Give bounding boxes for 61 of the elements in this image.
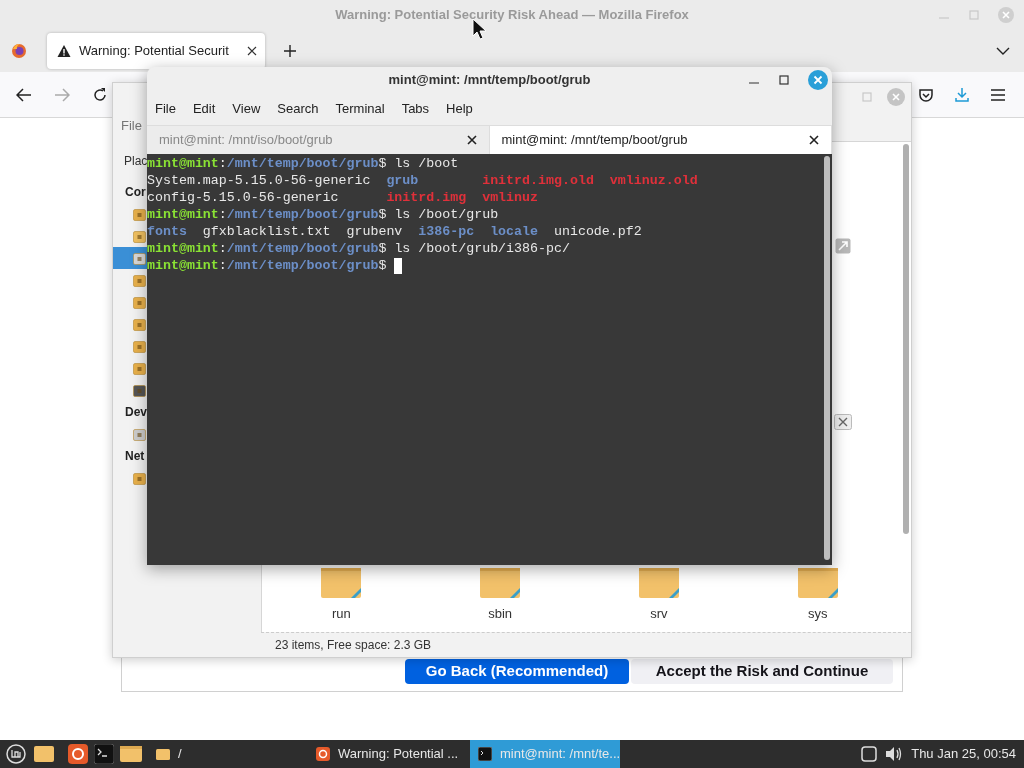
expand-icon[interactable] — [835, 238, 851, 254]
menu-item[interactable]: File — [121, 116, 142, 136]
folder-label[interactable]: srv — [650, 604, 668, 624]
section-heading: Net — [125, 448, 145, 465]
section-heading: Cor — [125, 184, 146, 201]
menu-item[interactable]: Terminal — [335, 99, 385, 119]
new-tab-icon[interactable] — [283, 44, 297, 58]
firefox-icon — [11, 43, 27, 59]
menu-item[interactable]: View — [232, 99, 261, 119]
terminal-line: System.map-5.15.0-56-generic grub initrd.img.old vmlinuz.old — [147, 172, 698, 189]
close-button[interactable] — [887, 88, 905, 106]
terminal-line: mint@mint:/mnt/temp/boot/grub$ ls /boot — [147, 155, 459, 172]
text-cursor — [394, 257, 403, 274]
chevron-down-icon[interactable] — [996, 46, 1010, 56]
menu-item[interactable]: File — [155, 99, 176, 119]
browser-tab[interactable]: Warning: Potential Securit — [47, 33, 265, 69]
menu-icon[interactable] — [990, 87, 1006, 102]
start-menu-icon[interactable] — [6, 744, 26, 764]
close-tab-icon[interactable] — [247, 46, 257, 56]
status-text: 23 items, Free space: 2.3 GB — [275, 637, 432, 654]
terminal-line: mint@mint:/mnt/temp/boot/grub$ — [147, 257, 388, 274]
terminal-icon[interactable] — [94, 744, 114, 764]
volume-icon[interactable] — [885, 746, 904, 762]
pocket-icon[interactable] — [918, 86, 934, 103]
close-icon[interactable] — [834, 414, 852, 430]
scrollbar[interactable] — [824, 156, 830, 560]
clock[interactable]: Thu Jan 25, 00:54 — [911, 744, 1016, 764]
taskbar-button[interactable]: / — [148, 740, 308, 768]
close-button[interactable] — [808, 70, 828, 90]
terminal-line: mint@mint:/mnt/temp/boot/grub$ ls /boot/grub — [147, 206, 499, 223]
terminal-line: mint@mint:/mnt/temp/boot/grub$ ls /boot/grub/i386-pc/ — [147, 240, 570, 257]
firefox-icon[interactable] — [68, 744, 88, 764]
download-icon[interactable] — [954, 86, 970, 103]
section-heading: Dev — [125, 404, 147, 421]
taskbar-button[interactable]: Warning: Potential ... — [308, 740, 470, 768]
scrollbar[interactable] — [903, 144, 909, 534]
reload-icon[interactable] — [92, 86, 108, 103]
go-back-button[interactable]: Go Back (Recommended) — [405, 659, 629, 684]
firefox-icon — [316, 747, 330, 761]
accept-risk-button[interactable]: Accept the Risk and Continue — [631, 659, 893, 684]
window-icon[interactable] — [861, 746, 878, 762]
folder-label[interactable]: sys — [807, 604, 828, 624]
close-tab-icon[interactable] — [466, 135, 477, 145]
window-title: mint@mint: /mnt/temp/boot/grub — [388, 71, 591, 90]
menu-item[interactable]: Help — [446, 99, 473, 119]
folder-label[interactable]: sbin — [488, 604, 513, 624]
terminal-line: fonts gfxblacklist.txt grubenv i386-pc locale unicode.pf2 — [147, 223, 642, 240]
menu-item[interactable]: Tabs — [401, 99, 430, 119]
close-tab-icon[interactable] — [809, 135, 819, 145]
folder-label[interactable]: run — [331, 604, 351, 624]
menu-item[interactable]: Search — [277, 99, 319, 119]
menu-item[interactable]: Edit — [192, 99, 216, 119]
terminal-line: config-5.15.0-56-generic initrd.img vmlinuz — [147, 189, 538, 206]
back-icon[interactable] — [16, 87, 32, 102]
warning-icon — [57, 44, 71, 58]
close-button[interactable] — [998, 7, 1014, 23]
terminal-tab[interactable]: mint@mint: /mnt/temp/boot/grub — [489, 126, 832, 154]
terminal-icon — [478, 747, 492, 761]
maximize-button[interactable] — [778, 74, 790, 86]
forward-icon[interactable] — [54, 87, 70, 102]
window-title: Warning: Potential Security Risk Ahead — Mozilla Firefox — [335, 6, 689, 25]
